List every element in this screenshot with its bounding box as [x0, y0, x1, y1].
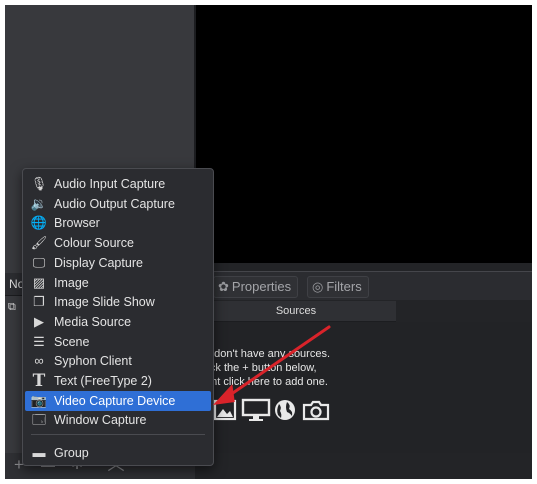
microphone-icon: 🎙 — [30, 176, 48, 191]
menu-item-label: Display Capture — [54, 256, 143, 270]
menu-item-browser[interactable]: 🌐 Browser — [25, 213, 211, 233]
monitor-icon: 🖵 — [32, 255, 46, 270]
play-icon: ▶ — [34, 314, 44, 329]
obs-window: No ⧉ ✿ Properties ◎ Filters Sources u don'… — [5, 5, 532, 479]
menu-item-label: Group — [54, 446, 89, 460]
speaker-icon: 🔉 — [30, 196, 48, 211]
camera-icon: 📷 — [30, 393, 48, 408]
folder-icon: ▬ — [32, 445, 46, 460]
menu-separator — [31, 434, 205, 435]
menu-item-colour-source[interactable]: 🖌 Colour Source — [25, 233, 211, 253]
menu-item-label: Scene — [54, 335, 90, 349]
menu-item-group[interactable]: ▬ Group — [25, 443, 211, 463]
menu-item-label: Browser — [54, 216, 100, 230]
menu-item-audio-input-capture[interactable]: 🎙 Audio Input Capture — [25, 174, 211, 194]
menu-item-label: Video Capture Device — [54, 394, 176, 408]
menu-item-label: Syphon Client — [54, 354, 132, 368]
menu-item-display-capture[interactable]: 🖵 Display Capture — [25, 253, 211, 273]
menu-item-audio-output-capture[interactable]: 🔉 Audio Output Capture — [25, 194, 211, 214]
menu-item-video-capture-device[interactable]: 📷 Video Capture Device — [25, 391, 211, 411]
menu-item-media-source[interactable]: ▶ Media Source — [25, 312, 211, 332]
list-icon: ☰ — [33, 334, 45, 349]
menu-item-label: Colour Source — [54, 236, 134, 250]
window-icon: 🗔 — [31, 412, 47, 427]
menu-item-scene[interactable]: ☰ Scene — [25, 332, 211, 352]
brush-icon: 🖌 — [30, 235, 48, 250]
link-icon: ∞ — [34, 353, 44, 368]
annotation-arrow-icon — [213, 325, 331, 405]
menu-item-image-slide-show[interactable]: ❐ Image Slide Show — [25, 292, 211, 312]
menu-item-label: Media Source — [54, 315, 132, 329]
menu-item-label: Audio Output Capture — [54, 197, 175, 211]
slideshow-icon: ❐ — [33, 294, 45, 309]
display-icon: ⧉ — [8, 301, 16, 313]
menu-item-label: Image — [54, 276, 89, 290]
gear-icon: ✿ — [218, 279, 229, 294]
menu-item-label: Text (FreeType 2) — [54, 374, 152, 388]
filters-button[interactable]: ◎ Filters — [307, 276, 369, 298]
image-icon: ▨ — [32, 275, 46, 290]
text-icon: T — [32, 371, 46, 391]
menu-item-label: Window Capture — [54, 413, 147, 427]
properties-button[interactable]: ✿ Properties — [213, 276, 299, 298]
filters-label: Filters — [326, 279, 362, 294]
add-source-menu: 🎙 Audio Input Capture 🔉 Audio Output Cap… — [22, 168, 214, 466]
preview-canvas[interactable] — [196, 5, 532, 263]
menu-item-syphon-client[interactable]: ∞ Syphon Client — [25, 351, 211, 371]
menu-item-image[interactable]: ▨ Image — [25, 273, 211, 293]
globe-icon: 🌐 — [30, 215, 48, 230]
filter-icon: ◎ — [312, 279, 324, 294]
menu-item-label: Audio Input Capture — [54, 177, 166, 191]
menu-item-text-freetype-2[interactable]: T Text (FreeType 2) — [25, 371, 211, 391]
menu-item-window-capture[interactable]: 🗔 Window Capture — [25, 410, 211, 430]
properties-label: Properties — [231, 279, 292, 294]
menu-item-label: Image Slide Show — [54, 295, 155, 309]
